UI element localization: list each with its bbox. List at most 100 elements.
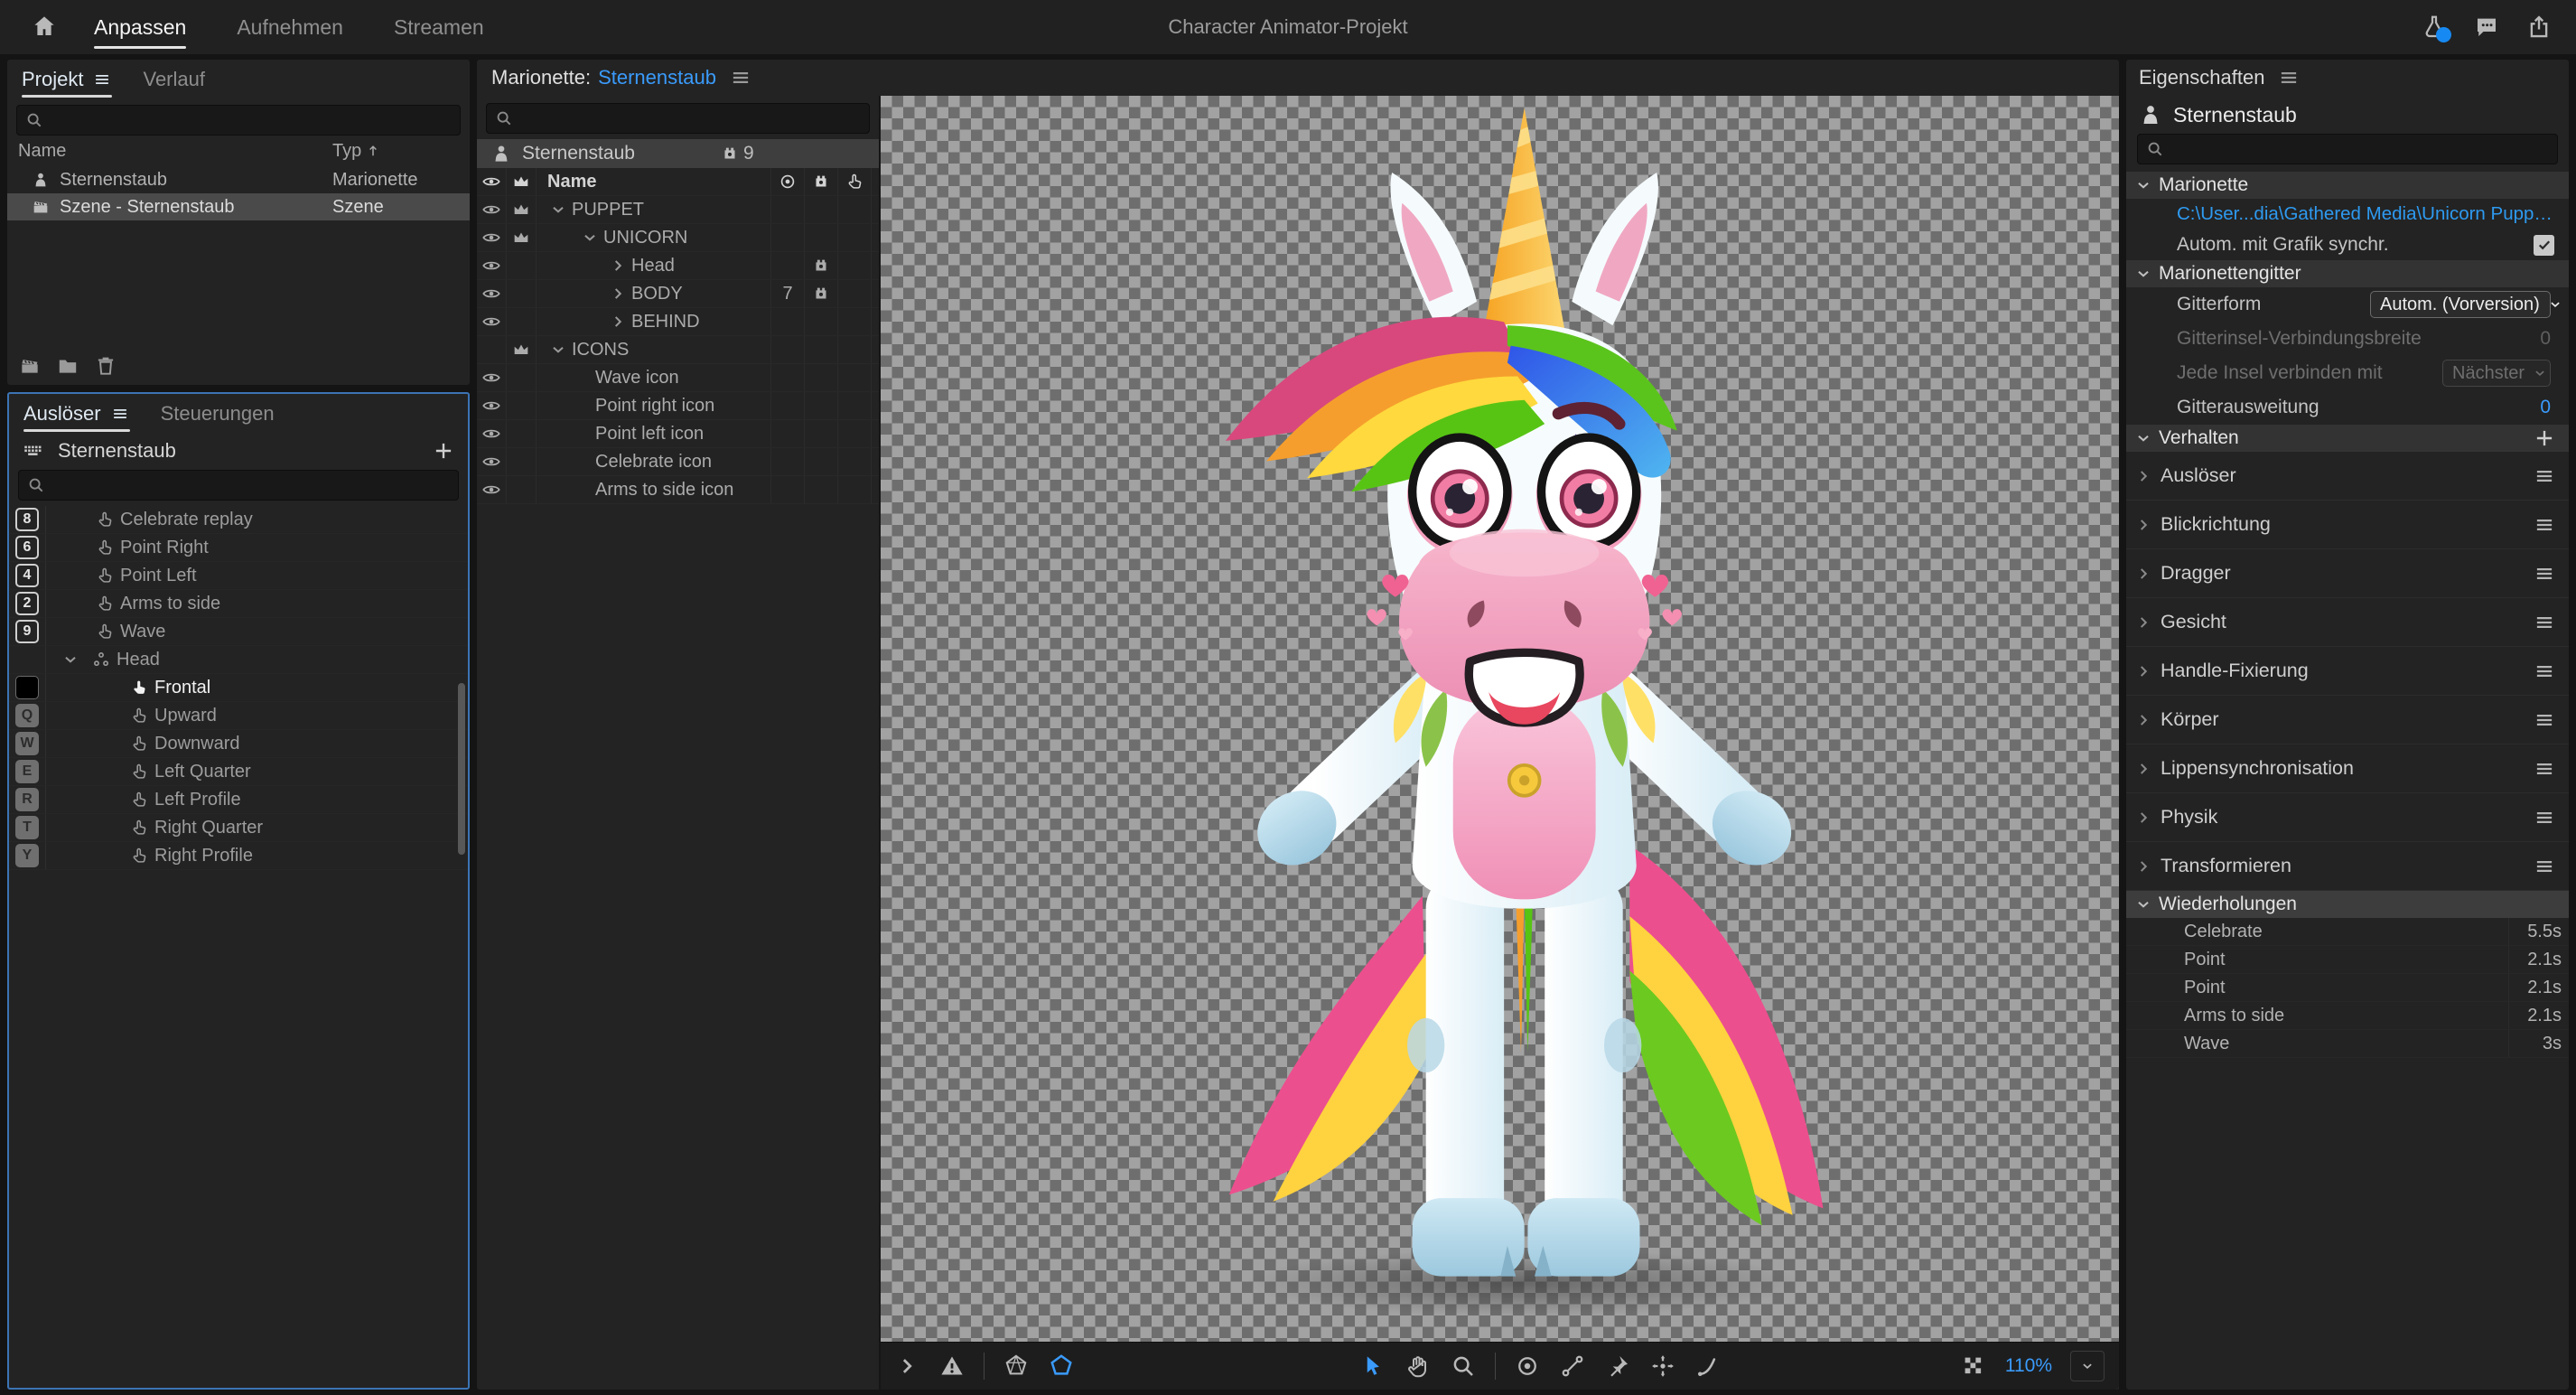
bone-tool-icon[interactable]	[1559, 1353, 1586, 1380]
new-folder-button[interactable]	[56, 354, 79, 378]
panel-menu-icon[interactable]	[92, 70, 112, 89]
project-item[interactable]: Szene - SternenstaubSzene	[7, 193, 470, 220]
repetition-row[interactable]: Arms to side2.1s	[2126, 1002, 2569, 1030]
panel-menu-icon[interactable]	[110, 404, 130, 424]
repetition-row[interactable]: Celebrate5.5s	[2126, 918, 2569, 946]
crown-toggle[interactable]	[511, 228, 531, 248]
chevron-right-icon[interactable]	[2133, 564, 2153, 584]
crown-toggle[interactable]	[511, 200, 531, 220]
visibility-toggle[interactable]	[481, 368, 501, 388]
chevron-right-icon[interactable]	[2133, 808, 2153, 828]
tree-row[interactable]: UNICORN	[477, 224, 879, 252]
behavior-row[interactable]: Blickrichtung	[2126, 501, 2569, 549]
canvas-zoom-level[interactable]: 110%	[2005, 1355, 2052, 1377]
trigger-key[interactable]: 9	[15, 620, 39, 643]
repetition-row[interactable]: Point2.1s	[2126, 974, 2569, 1002]
trigger-key[interactable]: E	[15, 760, 39, 783]
trigger-key[interactable]: 4	[15, 564, 39, 587]
project-search-input[interactable]	[51, 109, 453, 132]
panel-menu-icon[interactable]	[2277, 66, 2301, 89]
behavior-menu-icon[interactable]	[2533, 464, 2556, 488]
chevron-right-icon[interactable]	[2133, 661, 2153, 681]
repetition-row[interactable]: Point2.1s	[2126, 946, 2569, 974]
select-tool-icon[interactable]	[1359, 1353, 1386, 1380]
trigger-key[interactable]: Q	[15, 704, 39, 727]
trigger-key[interactable]: R	[15, 788, 39, 811]
trigger-key[interactable]: W	[15, 732, 39, 755]
puppet-root-row[interactable]: Sternenstaub 9	[477, 139, 879, 168]
behavior-menu-icon[interactable]	[2533, 855, 2556, 878]
project-tab[interactable]: Verlauf	[143, 60, 205, 99]
visibility-toggle[interactable]	[481, 452, 501, 472]
trigger-key[interactable]: T	[15, 816, 39, 839]
project-column-headers[interactable]: Name Typ	[7, 136, 470, 166]
visibility-toggle[interactable]	[481, 256, 501, 276]
behavior-badge-icon[interactable]	[811, 172, 831, 192]
tree-row[interactable]: Head	[477, 252, 879, 280]
tree-row[interactable]: ICONS	[477, 336, 879, 364]
behavior-menu-icon[interactable]	[2533, 562, 2556, 585]
behavior-row[interactable]: Handle-Fixierung	[2126, 647, 2569, 696]
puppet-header-link[interactable]: Sternenstaub	[598, 66, 716, 89]
new-scene-button[interactable]	[18, 354, 42, 378]
visibility-column-icon[interactable]	[481, 172, 501, 192]
workspace-tab-streamen[interactable]: Streamen	[394, 0, 484, 54]
behavior-row[interactable]: Körper	[2126, 696, 2569, 744]
chevron-right-icon[interactable]	[2133, 466, 2153, 486]
crown-column-icon[interactable]	[511, 172, 531, 192]
behavior-row[interactable]: Physik	[2126, 793, 2569, 842]
visibility-toggle[interactable]	[481, 396, 501, 416]
trigger-hand-icon[interactable]	[845, 172, 864, 192]
crown-toggle[interactable]	[511, 340, 531, 360]
behavior-row[interactable]: Gesicht	[2126, 598, 2569, 647]
mesh-icon[interactable]	[1003, 1353, 1030, 1380]
trigger-row[interactable]: QUpward	[9, 702, 468, 730]
chevron-down-icon[interactable]	[548, 200, 568, 220]
value-gitterausweitung[interactable]: 0	[2540, 397, 2551, 418]
workspace-tab-anpassen[interactable]: Anpassen	[94, 0, 186, 54]
add-behavior-button[interactable]	[2533, 426, 2556, 450]
chevron-right-icon[interactable]	[608, 256, 628, 276]
behavior-menu-icon[interactable]	[2533, 757, 2556, 781]
behavior-row[interactable]: Lippensynchronisation	[2126, 744, 2569, 793]
trigger-key[interactable]: 6	[15, 536, 39, 559]
draw-tool-icon[interactable]	[1694, 1353, 1722, 1380]
triggers-tab[interactable]: Steuerungen	[161, 394, 275, 434]
visibility-toggle[interactable]	[481, 480, 501, 500]
trigger-row[interactable]: 9Wave	[9, 618, 468, 646]
trigger-key[interactable]: 2	[15, 592, 39, 615]
zoom-dropdown[interactable]	[2070, 1351, 2105, 1381]
chevron-right-icon[interactable]	[608, 284, 628, 304]
project-item[interactable]: SternenstaubMarionette	[7, 166, 470, 193]
chevron-right-icon[interactable]	[2133, 759, 2153, 779]
project-tab[interactable]: Projekt	[22, 60, 112, 99]
trigger-key[interactable]	[15, 676, 39, 699]
trigger-search-input[interactable]	[53, 474, 451, 497]
tree-row[interactable]: Wave icon	[477, 364, 879, 392]
transparency-grid-icon[interactable]	[1960, 1353, 1987, 1380]
trigger-row[interactable]: 6Point Right	[9, 534, 468, 562]
warning-icon[interactable]	[938, 1353, 966, 1380]
hand-tool-icon[interactable]	[1405, 1353, 1432, 1380]
section-marionette[interactable]: Marionette	[2126, 172, 2569, 199]
trigger-row[interactable]: ELeft Quarter	[9, 758, 468, 786]
beta-flask-icon[interactable]	[2421, 14, 2448, 41]
project-search[interactable]	[16, 105, 461, 136]
visibility-toggle[interactable]	[481, 200, 501, 220]
visibility-toggle[interactable]	[481, 424, 501, 444]
chevron-down-icon[interactable]	[548, 340, 568, 360]
chevron-right-icon[interactable]	[608, 312, 628, 332]
tree-row[interactable]: Point right icon	[477, 392, 879, 420]
behavior-menu-icon[interactable]	[2533, 660, 2556, 683]
workspace-tab-aufnehmen[interactable]: Aufnehmen	[237, 0, 343, 54]
properties-search[interactable]	[2137, 134, 2558, 164]
chevron-right-icon[interactable]	[2133, 857, 2153, 876]
behavior-menu-icon[interactable]	[2533, 513, 2556, 537]
behavior-menu-icon[interactable]	[2533, 611, 2556, 634]
chevron-down-icon[interactable]	[61, 650, 80, 669]
section-mesh[interactable]: Marionettengitter	[2126, 260, 2569, 287]
trigger-row[interactable]: Head	[9, 646, 468, 674]
sync-checkbox[interactable]	[2534, 235, 2554, 256]
behavior-row[interactable]: Dragger	[2126, 549, 2569, 598]
chevron-right-icon[interactable]	[2133, 613, 2153, 632]
